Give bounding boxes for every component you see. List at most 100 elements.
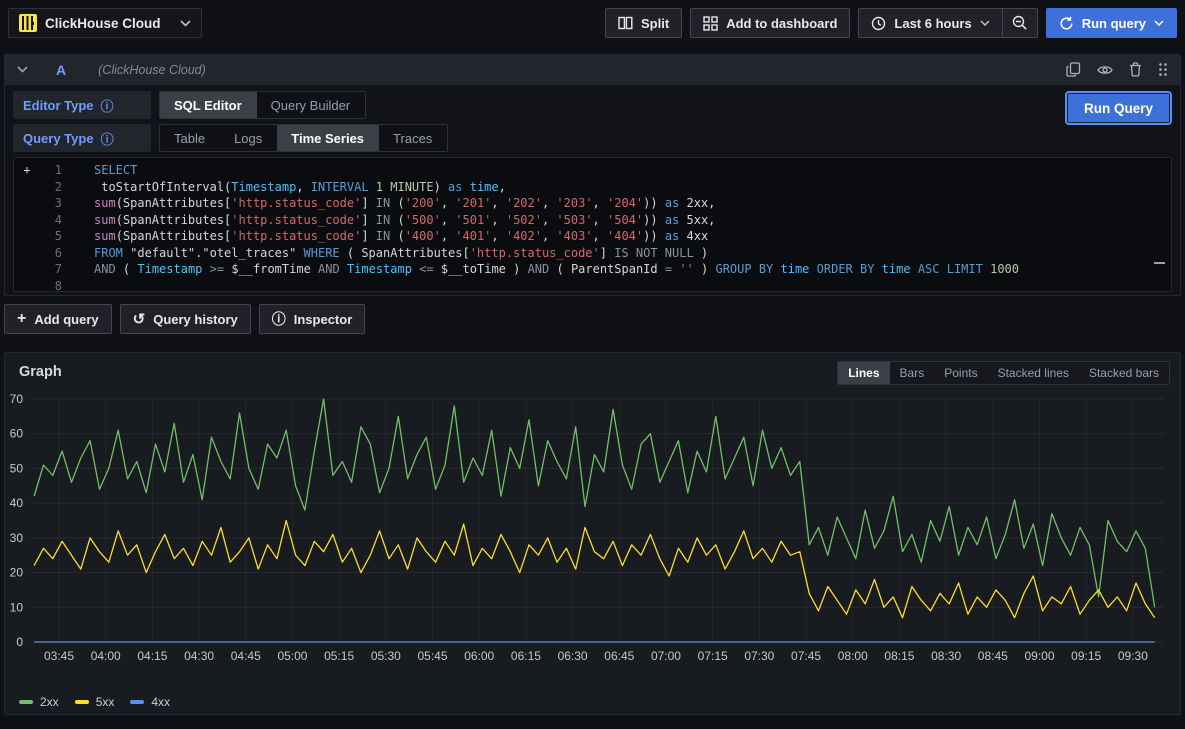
- datasource-picker[interactable]: ClickHouse Cloud: [8, 8, 202, 38]
- query-type-option-traces[interactable]: Traces: [379, 125, 447, 151]
- query-row-header[interactable]: A (ClickHouse Cloud): [5, 55, 1180, 85]
- x-tick-label: 09:00: [1024, 649, 1054, 663]
- delete-query-trash-icon[interactable]: [1129, 62, 1142, 77]
- x-tick-label: 05:30: [371, 649, 401, 663]
- line-number: 4: [40, 212, 62, 229]
- time-series-chart[interactable]: 01020304050607003:4504:0004:1504:3004:45…: [5, 379, 1174, 693]
- duplicate-query-icon[interactable]: [1066, 62, 1081, 77]
- x-tick-label: 08:15: [884, 649, 914, 663]
- gutter-spacer: [14, 179, 40, 196]
- drag-handle-icon[interactable]: [1158, 62, 1168, 77]
- split-label: Split: [641, 16, 669, 31]
- split-button[interactable]: Split: [605, 8, 682, 38]
- legend-swatch: [130, 700, 144, 704]
- zoom-out-button[interactable]: [1003, 8, 1038, 38]
- editor-type-toggle: SQL Editor Query Builder: [159, 91, 366, 119]
- legend-item-5xx[interactable]: 5xx: [75, 695, 115, 709]
- sql-line-7: 7AND ( Timestamp >= $__fromTime AND Time…: [14, 261, 1171, 278]
- sql-code-text: toStartOfInterval(Timestamp, INTERVAL 1 …: [66, 179, 506, 196]
- x-tick-label: 07:30: [744, 649, 774, 663]
- split-icon: [618, 16, 633, 30]
- x-tick-label: 05:45: [418, 649, 448, 663]
- y-tick-label: 40: [10, 496, 24, 510]
- x-tick-label: 07:15: [698, 649, 728, 663]
- legend-swatch: [75, 700, 89, 704]
- query-type-row: Query Type ⓘ Table Logs Time Series Trac…: [13, 124, 1172, 152]
- time-range-picker[interactable]: Last 6 hours: [858, 8, 1002, 38]
- info-icon[interactable]: ⓘ: [101, 129, 114, 148]
- line-number: 6: [40, 245, 62, 262]
- datasource-name: ClickHouse Cloud: [45, 16, 161, 31]
- line-number: 2: [40, 179, 62, 196]
- gutter-spacer: [14, 195, 40, 212]
- y-tick-label: 60: [10, 427, 24, 441]
- chart-legend: 2xx 5xx 4xx: [19, 695, 170, 709]
- query-type-option-table[interactable]: Table: [160, 125, 220, 151]
- x-tick-label: 06:45: [604, 649, 634, 663]
- add-to-dashboard-label: Add to dashboard: [726, 16, 837, 31]
- x-tick-label: 08:00: [838, 649, 868, 663]
- x-tick-label: 07:45: [791, 649, 821, 663]
- explore-page: ClickHouse Cloud Split Add to dashboard: [0, 0, 1185, 729]
- time-controls: Last 6 hours: [858, 8, 1037, 38]
- x-tick-label: 08:30: [931, 649, 961, 663]
- add-to-dashboard-button[interactable]: Add to dashboard: [690, 8, 850, 38]
- line-number: 7: [40, 261, 62, 278]
- clock-icon: [871, 16, 886, 31]
- legend-label: 5xx: [96, 695, 115, 709]
- graph-panel-title: Graph: [19, 364, 62, 380]
- query-datasource-hint: (ClickHouse Cloud): [98, 63, 206, 77]
- y-tick-label: 10: [10, 600, 24, 614]
- info-icon[interactable]: ⓘ: [101, 96, 114, 115]
- legend-swatch: [19, 700, 33, 704]
- x-tick-label: 06:15: [511, 649, 541, 663]
- query-type-option-logs[interactable]: Logs: [220, 125, 277, 151]
- y-tick-label: 0: [16, 635, 23, 649]
- editor-type-option-sql-editor[interactable]: SQL Editor: [160, 92, 257, 118]
- chevron-down-icon: [980, 20, 990, 26]
- graph-panel: Graph Lines Bars Points Stacked lines St…: [4, 352, 1181, 715]
- panel-run-query-button[interactable]: Run Query: [1067, 93, 1170, 123]
- disable-query-eye-icon[interactable]: [1097, 62, 1113, 77]
- sql-line-2: 2 toStartOfInterval(Timestamp, INTERVAL …: [14, 179, 1171, 196]
- sql-line-6: 6FROM "default"."otel_traces" WHERE ( Sp…: [14, 245, 1171, 262]
- x-tick-label: 08:45: [978, 649, 1008, 663]
- line-number: 1: [40, 162, 62, 179]
- run-query-label: Run query: [1082, 16, 1146, 31]
- gutter-spacer: [14, 245, 40, 262]
- gutter-spacer: [14, 278, 40, 293]
- query-type-label: Query Type ⓘ: [13, 124, 151, 152]
- sql-line-8: 8: [14, 278, 1171, 293]
- line-number: 5: [40, 228, 62, 245]
- x-tick-label: 09:15: [1071, 649, 1101, 663]
- gutter-plus-icon[interactable]: +: [14, 162, 40, 179]
- sql-code-text: SELECT: [66, 162, 137, 179]
- clickhouse-logo-icon: [19, 14, 37, 32]
- editor-type-option-query-builder[interactable]: Query Builder: [257, 92, 365, 118]
- run-query-button[interactable]: Run query: [1046, 8, 1177, 38]
- editor-type-label: Editor Type ⓘ: [13, 91, 151, 119]
- x-tick-label: 07:00: [651, 649, 681, 663]
- add-query-button[interactable]: + Add query: [4, 304, 112, 334]
- x-tick-label: 03:45: [44, 649, 74, 663]
- query-row-actions: [1066, 62, 1168, 77]
- query-type-option-time-series[interactable]: Time Series: [277, 125, 379, 151]
- y-tick-label: 70: [10, 392, 24, 406]
- gutter-spacer: [14, 212, 40, 229]
- legend-item-2xx[interactable]: 2xx: [19, 695, 59, 709]
- x-tick-label: 05:15: [324, 649, 354, 663]
- sql-code-editor[interactable]: +1SELECT2 toStartOfInterval(Timestamp, I…: [13, 157, 1172, 292]
- editor-cursor: [1154, 262, 1165, 264]
- collapse-chevron-icon[interactable]: [17, 66, 28, 73]
- inspector-button[interactable]: ⓘ Inspector: [259, 304, 366, 334]
- history-icon: ↺: [133, 310, 146, 328]
- editor-type-row: Editor Type ⓘ SQL Editor Query Builder: [13, 91, 1172, 119]
- query-history-button[interactable]: ↺ Query history: [120, 304, 251, 334]
- legend-item-4xx[interactable]: 4xx: [130, 695, 170, 709]
- query-type-toggle: Table Logs Time Series Traces: [159, 124, 448, 152]
- sql-code-text: sum(SpanAttributes['http.status_code'] I…: [66, 195, 715, 212]
- topbar-actions: Split Add to dashboard Last 6 hours: [605, 8, 1177, 38]
- chevron-down-icon: [1154, 20, 1164, 26]
- info-circle-icon: ⓘ: [272, 309, 286, 329]
- sql-code-text: [66, 278, 94, 293]
